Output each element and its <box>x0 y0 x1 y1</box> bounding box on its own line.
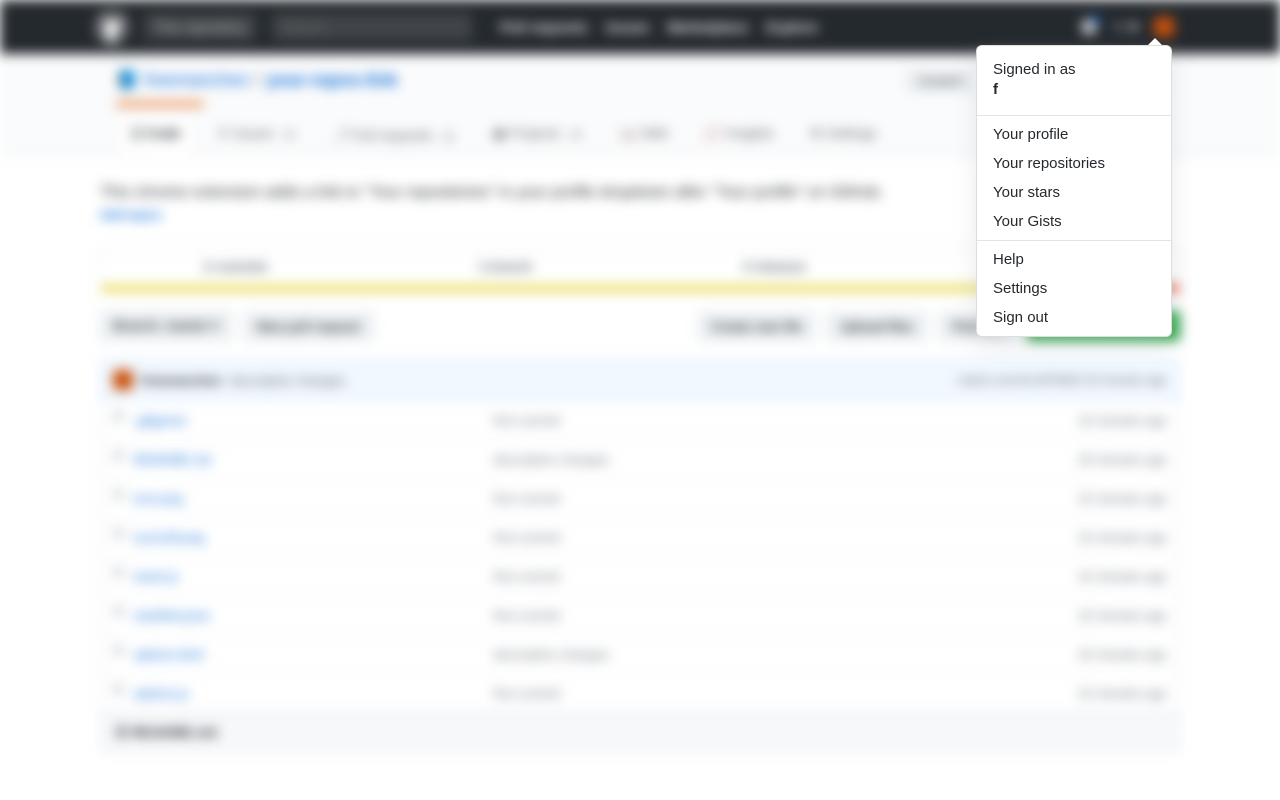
file-time: 20 minutes ago <box>1078 647 1167 662</box>
file-commit-msg[interactable]: description changes <box>493 647 1078 662</box>
unwatch-button[interactable]: Unwatch <box>906 70 975 92</box>
menu-your-stars[interactable]: Your stars <box>977 178 1171 207</box>
file-name-link[interactable]: icon.png <box>133 491 493 506</box>
dropdown-username: f <box>993 81 998 98</box>
nav-issues[interactable]: Issues <box>606 19 650 35</box>
menu-sign-out[interactable]: Sign out <box>977 303 1171 332</box>
tab-code[interactable]: ⟨⟩ Code <box>116 114 196 155</box>
tab-prs[interactable]: ⤴ Pull requests 0 <box>319 114 472 155</box>
file-icon: 🗎 <box>113 565 123 587</box>
table-row: 🗎 options.htmldescription changes20 minut… <box>101 635 1179 674</box>
commit-message[interactable]: description changes <box>230 373 346 388</box>
file-name-link[interactable]: options.html <box>133 647 493 662</box>
header-right: + ▾ <box>1081 17 1174 38</box>
file-name-link[interactable]: manifest.json <box>133 608 493 623</box>
repo-title: 📘 freemanchen / your-repos-link <box>116 70 398 91</box>
file-icon: 🗎 <box>113 409 123 431</box>
file-icon: 🗎 <box>113 604 123 626</box>
file-name-link[interactable]: README.md <box>133 452 493 467</box>
table-row: 🗎 icon128.pngfirst commit22 minutes ago <box>101 518 1179 557</box>
tab-issues[interactable]: ① Issues 0 <box>202 114 313 155</box>
readme-header: ☰ README.md <box>100 714 1180 752</box>
tab-projects[interactable]: ▦ Projects 0 <box>478 114 600 155</box>
table-row: 🗎 README.mddescription changes20 minutes … <box>101 440 1179 479</box>
stat-releases[interactable]: 0 releases <box>640 249 910 284</box>
file-commit-msg[interactable]: first commit <box>493 686 1078 701</box>
file-icon: 🗎 <box>113 643 123 665</box>
table-row: 🗎 manifest.jsonfirst commit22 minutes ago <box>101 596 1179 635</box>
upload-files-button[interactable]: Upload files <box>827 312 927 341</box>
add-topics-link[interactable]: Add topics <box>100 208 162 222</box>
stat-commits[interactable]: 2 commits <box>101 249 371 284</box>
file-time: 22 minutes ago <box>1078 686 1167 701</box>
mark-github-icon <box>98 13 126 41</box>
file-name-link[interactable]: insert.js <box>133 569 493 584</box>
file-commit-msg[interactable]: first commit <box>493 413 1078 428</box>
repo-color-bar <box>116 102 204 106</box>
file-commit-msg[interactable]: first commit <box>493 530 1078 545</box>
dropdown-divider <box>977 115 1171 116</box>
tab-insights[interactable]: 📈 Insights <box>689 114 789 155</box>
create-file-button[interactable]: Create new file <box>698 312 816 341</box>
search-input[interactable] <box>272 13 472 41</box>
dropdown-divider <box>977 240 1171 241</box>
nav-explore[interactable]: Explore <box>766 19 817 35</box>
repo-owner-link[interactable]: freemanchen <box>144 70 249 91</box>
nav-pull-requests[interactable]: Pull requests <box>500 19 588 35</box>
file-time: 20 minutes ago <box>1078 452 1167 467</box>
commit-meta: Latest commit b976b63 20 minutes ago <box>957 373 1167 387</box>
table-row: 🗎 icon.pngfirst commit22 minutes ago <box>101 479 1179 518</box>
dropdown-header: Signed in as f <box>977 50 1171 111</box>
file-commit-msg[interactable]: first commit <box>493 491 1078 506</box>
latest-commit-bar: freemanchen description changes Latest c… <box>100 359 1180 401</box>
file-time: 22 minutes ago <box>1078 608 1167 623</box>
new-pr-button[interactable]: New pull request <box>244 312 374 341</box>
avatar[interactable] <box>1154 17 1174 37</box>
menu-your-profile[interactable]: Your profile <box>977 120 1171 149</box>
commit-user[interactable]: freemanchen <box>141 373 222 388</box>
menu-your-repositories[interactable]: Your repositories <box>977 149 1171 178</box>
dropdown-caret-icon <box>1148 38 1162 45</box>
menu-your-gists[interactable]: Your Gists <box>977 207 1171 236</box>
file-icon: 🗎 <box>113 487 123 509</box>
file-icon: 🗎 <box>113 526 123 548</box>
header-nav: Pull requests Issues Marketplace Explore <box>500 19 818 35</box>
menu-settings[interactable]: Settings <box>977 274 1171 303</box>
table-row: 🗎 insert.jsfirst commit22 minutes ago <box>101 557 1179 596</box>
file-commit-msg[interactable]: description changes <box>493 452 1078 467</box>
branch-select[interactable]: Branch: master ▾ <box>100 311 232 341</box>
user-dropdown: Signed in as f Your profile Your reposit… <box>976 45 1172 337</box>
signed-in-as-label: Signed in as <box>993 61 1076 78</box>
file-name-link[interactable]: options.js <box>133 686 493 701</box>
commit-avatar[interactable] <box>113 370 133 390</box>
tab-wiki[interactable]: 📖 Wiki <box>605 114 683 155</box>
repo-icon: 📘 <box>116 70 138 91</box>
create-new-icon[interactable]: + ▾ <box>1113 17 1138 38</box>
file-name-link[interactable]: .gitignore <box>133 413 493 428</box>
file-time: 22 minutes ago <box>1078 491 1167 506</box>
file-name-link[interactable]: icon128.png <box>133 530 493 545</box>
file-time: 22 minutes ago <box>1078 530 1167 545</box>
nav-marketplace[interactable]: Marketplace <box>667 19 748 35</box>
tab-settings[interactable]: ⚙ Settings <box>795 114 892 155</box>
file-commit-msg[interactable]: first commit <box>493 569 1078 584</box>
repo-name-link[interactable]: your-repos-link <box>267 70 398 91</box>
file-icon: 🗎 <box>113 682 123 704</box>
table-row: 🗎 .gitignorefirst commit22 minutes ago <box>101 401 1179 440</box>
file-time: 22 minutes ago <box>1078 569 1167 584</box>
table-row: 🗎 options.jsfirst commit22 minutes ago <box>101 674 1179 713</box>
file-list: 🗎.gitignorefirst commit22 minutes ago🗎RE… <box>100 401 1180 714</box>
menu-help[interactable]: Help <box>977 245 1171 274</box>
file-time: 22 minutes ago <box>1078 413 1167 428</box>
stat-branches[interactable]: 1 branch <box>371 249 641 284</box>
file-commit-msg[interactable]: first commit <box>493 608 1078 623</box>
notifications-icon[interactable] <box>1081 19 1097 35</box>
search-context[interactable]: This repository <box>144 13 256 41</box>
github-logo[interactable] <box>96 11 128 43</box>
file-icon: 🗎 <box>113 448 123 470</box>
